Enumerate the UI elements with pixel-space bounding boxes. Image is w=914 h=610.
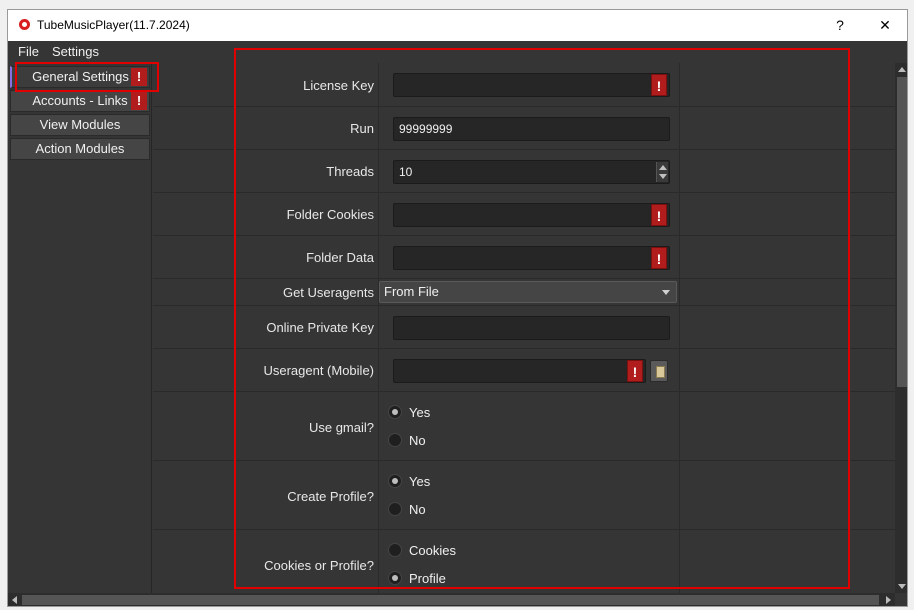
row-cookies-or-profile: Cookies or Profile? Cookies Profile bbox=[153, 530, 895, 593]
warning-icon: ! bbox=[651, 247, 667, 269]
scroll-down-icon[interactable] bbox=[898, 584, 906, 589]
sidebar-item-accounts-links[interactable]: Accounts - Links ! bbox=[10, 90, 150, 112]
warning-icon: ! bbox=[651, 204, 667, 226]
get-useragents-label: Get Useragents bbox=[282, 285, 374, 300]
radio-label[interactable]: No bbox=[409, 433, 426, 448]
folder-data-label: Folder Data bbox=[306, 250, 374, 265]
useragent-mobile-input[interactable] bbox=[393, 359, 646, 383]
selected-value: From File bbox=[384, 284, 439, 299]
help-button[interactable]: ? bbox=[818, 10, 862, 41]
create-profile-label: Create Profile? bbox=[287, 489, 374, 504]
scroll-up-icon[interactable] bbox=[898, 67, 906, 72]
threads-label: Threads bbox=[326, 164, 374, 179]
sidebar-item-view-modules[interactable]: View Modules bbox=[10, 114, 150, 136]
radio-label[interactable]: Yes bbox=[409, 405, 430, 420]
run-label: Run bbox=[350, 121, 374, 136]
sidebar-item-label: Action Modules bbox=[35, 141, 125, 156]
scroll-thumb[interactable] bbox=[897, 77, 907, 387]
scroll-thumb[interactable] bbox=[22, 595, 879, 605]
sidebar-item-label: General Settings bbox=[32, 69, 129, 84]
menu-file[interactable]: File bbox=[18, 44, 39, 59]
chevron-down-icon bbox=[662, 290, 670, 295]
menu-bar: File Settings bbox=[8, 41, 907, 63]
radio-label[interactable]: Cookies bbox=[409, 543, 456, 558]
useragent-mobile-label: Useragent (Mobile) bbox=[263, 363, 374, 378]
warning-icon: ! bbox=[651, 74, 667, 96]
menu-settings[interactable]: Settings bbox=[52, 44, 99, 59]
close-button[interactable]: ✕ bbox=[863, 10, 907, 41]
window-title: TubeMusicPlayer(11.7.2024) bbox=[37, 18, 190, 32]
scroll-left-icon[interactable] bbox=[12, 596, 17, 604]
scroll-right-icon[interactable] bbox=[886, 596, 891, 604]
vertical-scrollbar[interactable] bbox=[895, 63, 907, 593]
title-bar: TubeMusicPlayer(11.7.2024) ? ✕ bbox=[8, 10, 907, 41]
threads-value: 10 bbox=[399, 165, 413, 179]
row-run: Run 99999999 bbox=[153, 107, 895, 150]
warning-icon: ! bbox=[131, 68, 147, 86]
settings-panel: License Key ! Run 99999999 Threads 10 Fo… bbox=[153, 63, 895, 593]
row-get-useragents: Get Useragents From File bbox=[153, 279, 895, 306]
app-window: TubeMusicPlayer(11.7.2024) ? ✕ File Sett… bbox=[7, 9, 908, 607]
radio-label[interactable]: Profile bbox=[409, 571, 446, 586]
row-folder-data: Folder Data ! bbox=[153, 236, 895, 279]
folder-cookies-input[interactable] bbox=[393, 203, 670, 227]
row-create-profile: Create Profile? Yes No bbox=[153, 461, 895, 530]
use-gmail-no-radio[interactable] bbox=[388, 433, 402, 447]
sidebar-item-label: Accounts - Links bbox=[32, 93, 128, 108]
spin-buttons[interactable] bbox=[656, 162, 668, 182]
use-gmail-yes-radio[interactable] bbox=[388, 405, 402, 419]
sidebar-item-general-settings[interactable]: General Settings ! bbox=[10, 66, 150, 88]
sidebar-item-action-modules[interactable]: Action Modules bbox=[10, 138, 150, 160]
radio-label[interactable]: No bbox=[409, 502, 426, 517]
get-useragents-select[interactable]: From File bbox=[379, 281, 677, 303]
warning-icon: ! bbox=[627, 360, 643, 382]
run-input[interactable]: 99999999 bbox=[393, 117, 670, 141]
sidebar: General Settings ! Accounts - Links ! Vi… bbox=[8, 63, 152, 593]
cookies-radio[interactable] bbox=[388, 543, 402, 557]
folder-cookies-label: Folder Cookies bbox=[286, 207, 374, 222]
cookies-or-profile-label: Cookies or Profile? bbox=[264, 558, 374, 573]
arrow-up-icon[interactable] bbox=[659, 165, 667, 170]
arrow-down-icon[interactable] bbox=[659, 174, 667, 179]
app-logo-icon bbox=[19, 19, 30, 30]
warning-icon: ! bbox=[131, 92, 147, 110]
folder-data-input[interactable] bbox=[393, 246, 670, 270]
create-profile-no-radio[interactable] bbox=[388, 502, 402, 516]
threads-stepper[interactable]: 10 bbox=[393, 160, 670, 184]
use-gmail-label: Use gmail? bbox=[308, 420, 374, 435]
license-key-input[interactable] bbox=[393, 73, 670, 97]
browse-file-button[interactable] bbox=[650, 360, 668, 382]
sidebar-item-label: View Modules bbox=[39, 117, 121, 132]
license-key-label: License Key bbox=[303, 78, 374, 93]
row-folder-cookies: Folder Cookies ! bbox=[153, 193, 895, 236]
online-private-key-input[interactable] bbox=[393, 316, 670, 340]
profile-radio[interactable] bbox=[388, 571, 402, 585]
row-online-private-key: Online Private Key bbox=[153, 306, 895, 349]
row-useragent-mobile: Useragent (Mobile) ! bbox=[153, 349, 895, 392]
online-private-key-label: Online Private Key bbox=[266, 320, 374, 335]
row-license-key: License Key ! bbox=[153, 63, 895, 107]
horizontal-scrollbar[interactable] bbox=[8, 593, 895, 606]
radio-label[interactable]: Yes bbox=[409, 474, 430, 489]
create-profile-yes-radio[interactable] bbox=[388, 474, 402, 488]
row-threads: Threads 10 bbox=[153, 150, 895, 193]
row-use-gmail: Use gmail? Yes No bbox=[153, 392, 895, 461]
